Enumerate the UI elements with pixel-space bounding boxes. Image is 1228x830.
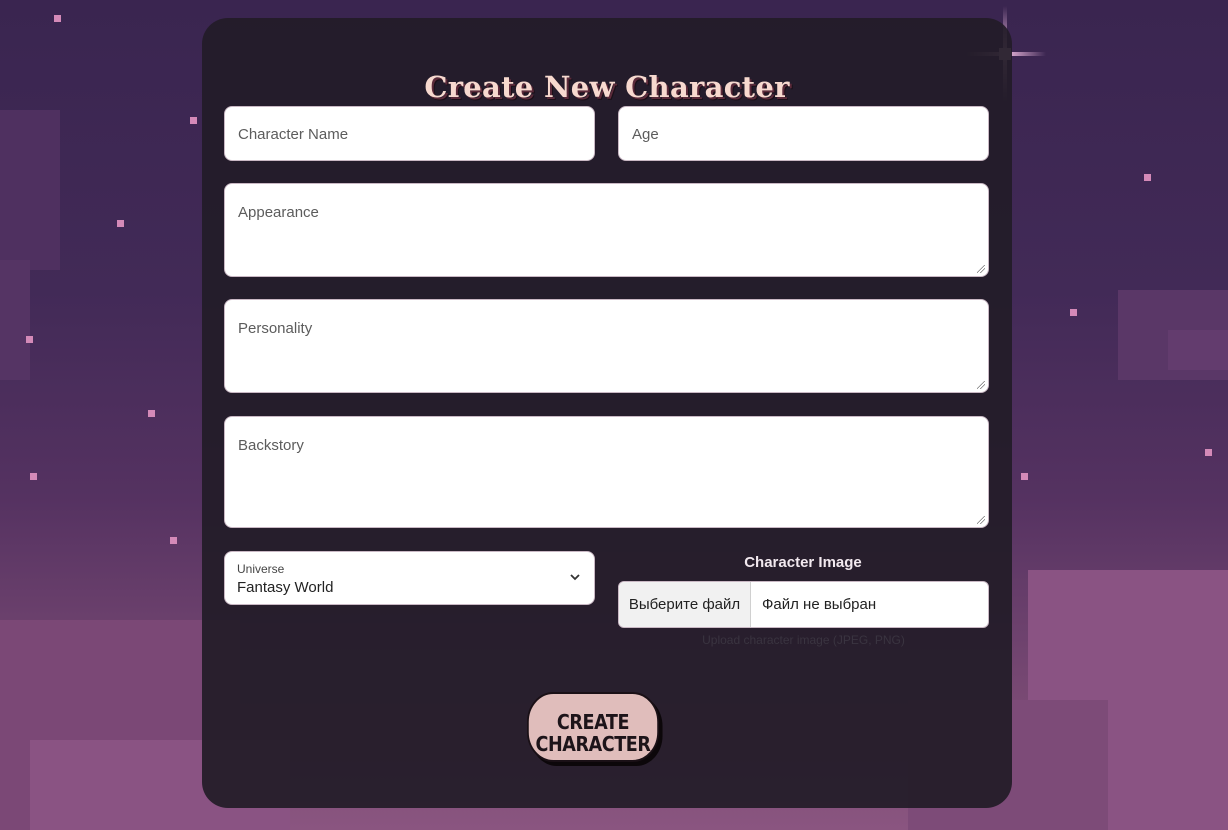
star-icon — [1144, 174, 1151, 181]
backstory-placeholder: Backstory — [238, 437, 304, 454]
age-input[interactable]: Age — [618, 106, 989, 161]
chevron-down-icon[interactable] — [568, 570, 582, 584]
pixel-hill — [0, 110, 60, 270]
personality-textarea[interactable]: Personality — [224, 299, 989, 393]
backstory-textarea[interactable]: Backstory — [224, 416, 989, 528]
character-name-input[interactable]: Character Name — [224, 106, 595, 161]
page-title: Create New Character — [424, 70, 790, 104]
pixel-hill — [0, 260, 30, 380]
resize-grip-icon[interactable] — [977, 381, 985, 389]
universe-value: Fantasy World — [237, 579, 334, 596]
create-character-card: Create New Character Character Name Age … — [202, 18, 1012, 808]
character-image-file-input[interactable]: Выберите файл Файл не выбран — [618, 581, 989, 628]
resize-grip-icon[interactable] — [977, 516, 985, 524]
star-icon — [1070, 309, 1077, 316]
star-icon — [190, 117, 197, 124]
star-icon — [148, 410, 155, 417]
resize-grip-icon[interactable] — [977, 265, 985, 273]
character-name-placeholder: Character Name — [238, 126, 349, 143]
file-status-text: Файл не выбран — [762, 596, 877, 613]
create-character-button[interactable]: CREATE CHARACTER — [527, 692, 659, 762]
star-icon — [1021, 473, 1028, 480]
age-placeholder: Age — [632, 126, 659, 143]
personality-placeholder: Personality — [238, 320, 313, 337]
star-icon — [30, 473, 37, 480]
star-icon — [117, 220, 124, 227]
character-image-label: Character Image — [744, 554, 862, 571]
image-upload-hint: Upload character image (JPEG, PNG) — [702, 633, 905, 647]
pixel-hill — [1168, 330, 1228, 370]
appearance-placeholder: Appearance — [238, 204, 319, 221]
star-icon — [26, 336, 33, 343]
appearance-textarea[interactable]: Appearance — [224, 183, 989, 277]
universe-select[interactable]: Universe Fantasy World — [224, 551, 595, 605]
choose-file-button[interactable]: Выберите файл — [619, 582, 751, 627]
star-icon — [54, 15, 61, 22]
star-icon — [170, 537, 177, 544]
star-icon — [1205, 449, 1212, 456]
universe-label: Universe — [237, 562, 285, 576]
